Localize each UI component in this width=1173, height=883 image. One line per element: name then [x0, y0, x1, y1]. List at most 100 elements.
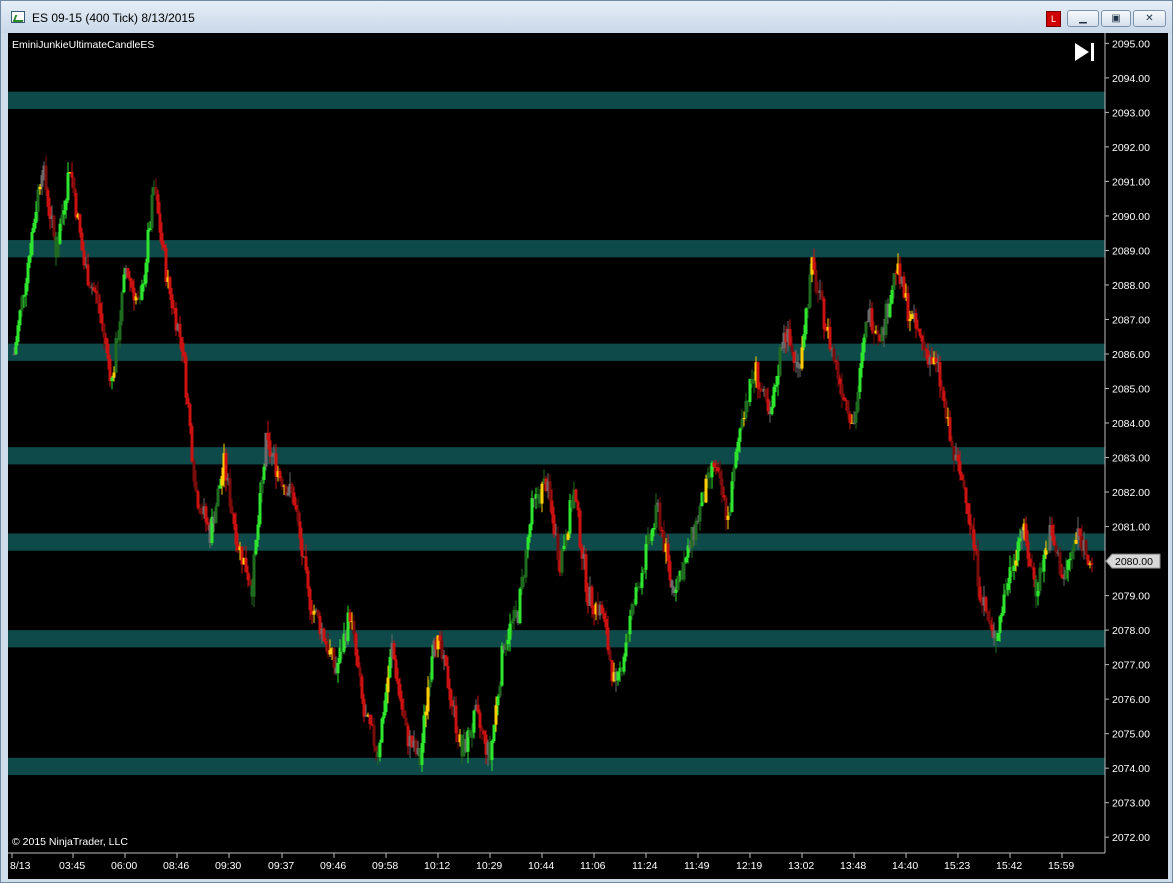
candle-body	[984, 597, 988, 612]
candle-body	[470, 732, 474, 738]
candle-body	[1050, 525, 1054, 536]
candle-body	[82, 250, 86, 266]
candle-body	[472, 710, 476, 733]
candle-body	[114, 337, 118, 373]
candle-body	[974, 548, 978, 551]
candle-body	[602, 613, 606, 620]
candle-body	[938, 362, 942, 387]
candle-body	[80, 232, 84, 251]
candle-body	[694, 520, 698, 541]
title-bar[interactable]: ES 09-15 (400 Tick) 8/13/2015 L ▁ ▣ ✕	[1, 1, 1172, 33]
candle-body	[1000, 612, 1004, 617]
candle-body	[480, 727, 484, 732]
candle-body	[398, 684, 402, 699]
close-button[interactable]: ✕	[1133, 10, 1166, 27]
candle-body	[492, 724, 496, 742]
candle-body	[712, 462, 716, 467]
candle-body	[214, 506, 218, 524]
candle-body	[374, 746, 378, 752]
candle-body	[158, 213, 162, 233]
candle-body	[574, 489, 578, 502]
candle-body	[482, 731, 486, 735]
candle-body	[260, 479, 264, 494]
candle-body	[204, 506, 208, 523]
candle-body	[188, 404, 192, 427]
candle-body	[728, 512, 732, 516]
candle-body	[280, 478, 284, 487]
candle-body	[38, 186, 42, 190]
candle-body	[254, 539, 258, 555]
candle-body	[146, 229, 150, 263]
candle-body	[540, 483, 544, 504]
candle-body	[1064, 569, 1068, 579]
candle-body	[246, 572, 250, 581]
candle-body	[606, 627, 610, 651]
candle-body	[986, 611, 990, 621]
candle-body	[842, 397, 846, 400]
candle-body	[918, 328, 922, 336]
candle-body	[30, 232, 34, 255]
candle-body	[490, 741, 494, 761]
candle-body	[834, 360, 838, 362]
price-tick-label: 2081.00	[1112, 522, 1150, 534]
candle-body	[360, 676, 364, 699]
candle-body	[822, 298, 826, 330]
candle-body	[944, 401, 948, 419]
price-tick-label: 2093.00	[1112, 107, 1150, 119]
candle-body	[800, 347, 804, 369]
price-tick-label: 2072.00	[1112, 832, 1150, 844]
time-tick-label: 12:19	[736, 860, 762, 872]
candle-body	[1090, 563, 1094, 565]
time-tick-label: 10:44	[528, 860, 554, 872]
price-tick-label: 2085.00	[1112, 384, 1150, 396]
candle-body	[164, 247, 168, 283]
candle-body	[46, 190, 50, 207]
candle-body	[94, 290, 98, 293]
candle-body	[62, 210, 66, 215]
candle-body	[948, 417, 952, 441]
candle-body	[628, 615, 632, 635]
sr-zone-6	[8, 757, 1105, 776]
candle-body	[218, 485, 222, 489]
price-tick-label: 2092.00	[1112, 142, 1150, 154]
candle-body	[600, 604, 604, 614]
candle-body	[514, 609, 518, 612]
candle-body	[140, 284, 144, 300]
candle-body	[1084, 540, 1088, 556]
candle-body	[820, 290, 824, 299]
candle-body	[536, 494, 540, 499]
candle-body	[206, 522, 210, 525]
price-tick-label: 2090.00	[1112, 211, 1150, 223]
candle-body	[1018, 538, 1022, 542]
candle-body	[964, 487, 968, 504]
price-tick-label: 2087.00	[1112, 314, 1150, 326]
candle-body	[852, 422, 856, 424]
candle-body	[220, 476, 224, 486]
candle-body	[96, 292, 100, 304]
candle-body	[364, 715, 368, 717]
candle-body	[156, 194, 160, 214]
chart-panel[interactable]: 2072.00 2073.00 2074.00 2075.00 2076.00 2077.…	[8, 33, 1168, 879]
maximize-button[interactable]: ▣	[1101, 10, 1131, 27]
time-tick-label: 11:06	[580, 860, 606, 872]
price-tick-label: 2091.00	[1112, 176, 1150, 188]
candle-body	[1068, 558, 1072, 561]
candle-body	[950, 440, 954, 447]
price-tick-label: 2082.00	[1112, 487, 1150, 499]
candle-body	[278, 471, 282, 479]
candle-body	[494, 705, 498, 725]
link-button[interactable]: L	[1046, 11, 1061, 27]
candle-body	[626, 634, 630, 643]
candle-body	[150, 194, 154, 229]
price-chart[interactable]: 2072.00 2073.00 2074.00 2075.00 2076.00 2077.…	[8, 33, 1168, 879]
candle-body	[296, 509, 300, 522]
minimize-button[interactable]: ▁	[1067, 10, 1099, 27]
candle-body	[968, 514, 972, 526]
candle-body	[312, 611, 316, 615]
candle-body	[178, 323, 182, 337]
candle-body	[388, 657, 392, 678]
candle-body	[718, 471, 722, 479]
candle-body	[368, 714, 372, 725]
candle-body	[194, 481, 198, 492]
candle-body	[300, 538, 304, 557]
